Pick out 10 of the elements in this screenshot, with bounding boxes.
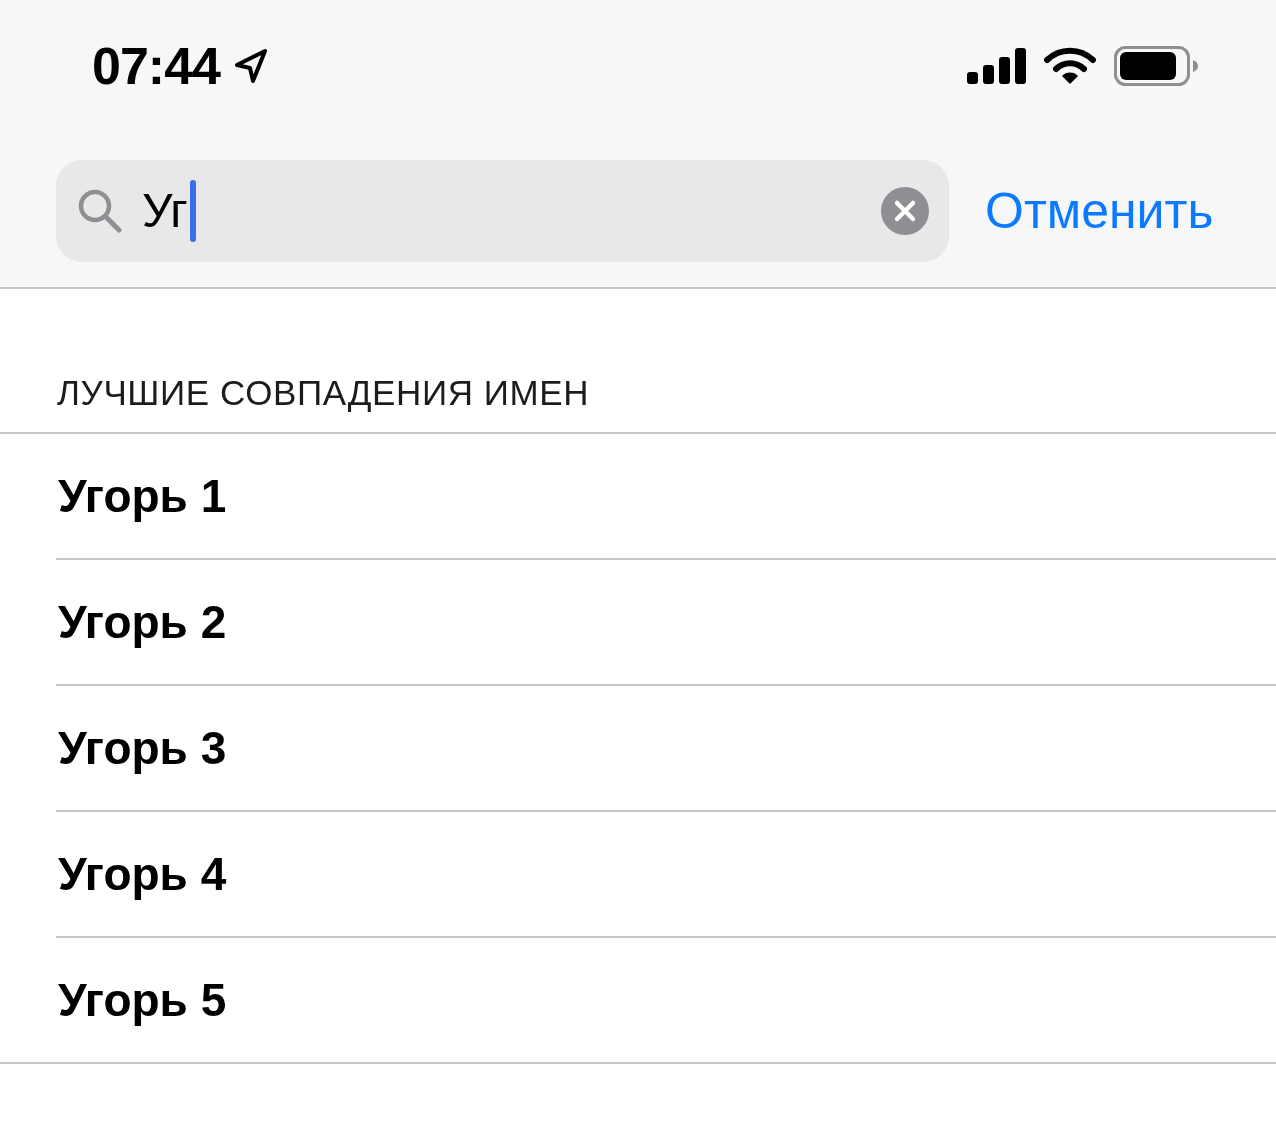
- section-header: ЛУЧШИЕ СОВПАДЕНИЯ ИМЕН: [57, 375, 590, 410]
- cancel-button[interactable]: Отменить: [985, 183, 1214, 239]
- signal-icon: [967, 48, 1026, 84]
- clear-icon[interactable]: [881, 187, 929, 235]
- search-icon: [78, 189, 122, 233]
- battery-icon: [1114, 46, 1198, 86]
- location-arrow-icon: [234, 48, 268, 84]
- search-input[interactable]: Уг: [142, 183, 190, 239]
- wifi-icon: [1044, 47, 1096, 85]
- status-time: 07:44: [92, 40, 220, 92]
